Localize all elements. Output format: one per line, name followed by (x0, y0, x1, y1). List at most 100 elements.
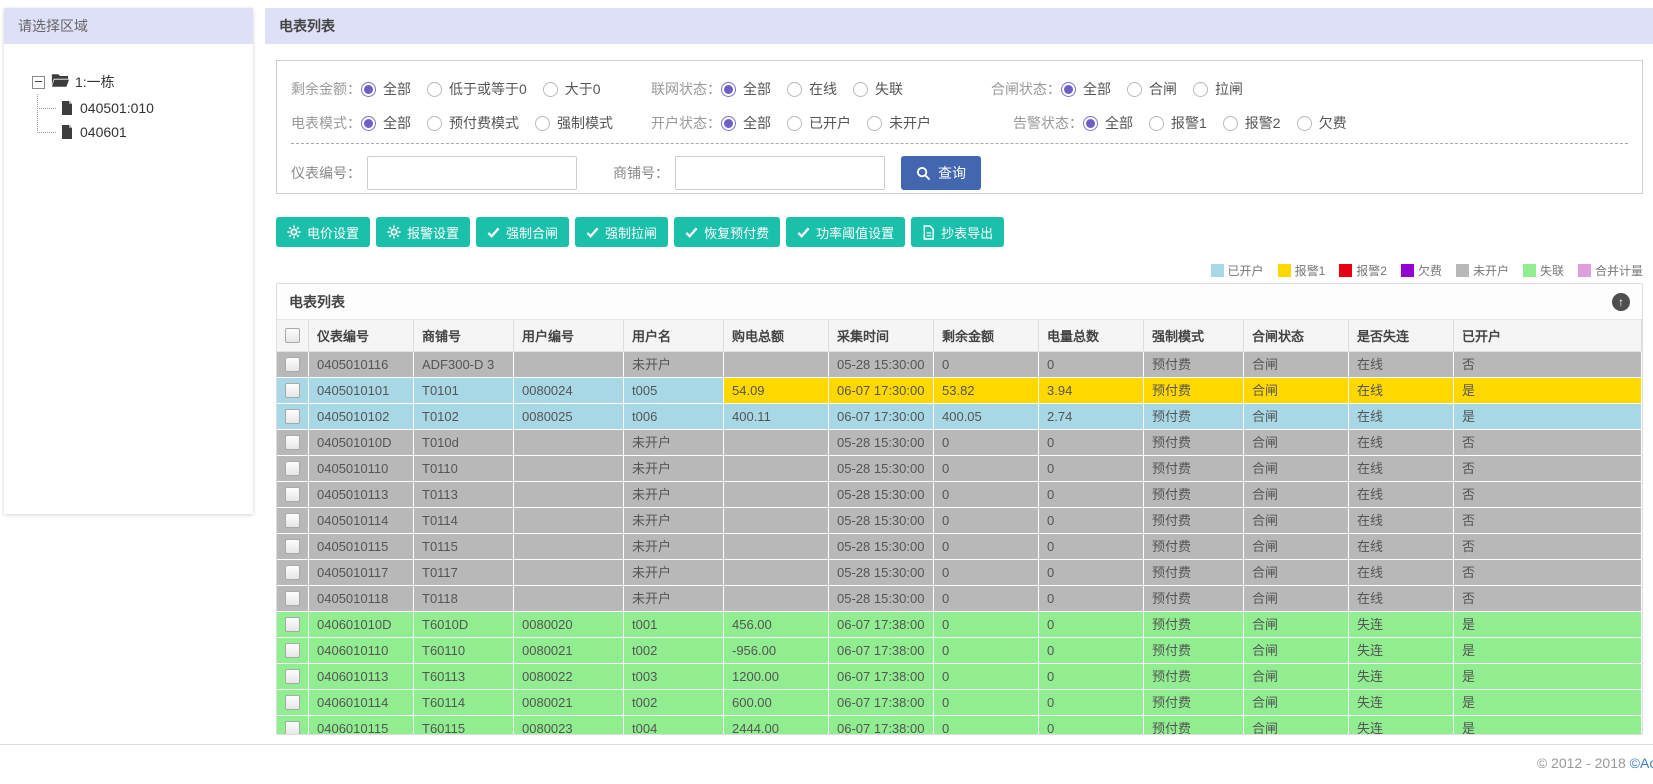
row-checkbox[interactable] (285, 513, 300, 528)
row-checkbox[interactable] (285, 461, 300, 476)
radio-icon[interactable] (427, 81, 442, 97)
radio-option[interactable]: 失联 (853, 79, 903, 99)
search-button[interactable]: 查询 (901, 156, 981, 190)
radio-icon[interactable] (1083, 115, 1098, 131)
power-threshold-settings-button[interactable]: 功率阈值设置 (786, 217, 906, 247)
row-checkbox[interactable] (285, 435, 300, 450)
radio-option[interactable]: 在线 (787, 79, 837, 99)
radio-icon[interactable] (427, 115, 442, 131)
row-checkbox[interactable] (285, 409, 300, 424)
row-checkbox[interactable] (285, 383, 300, 398)
radio-icon[interactable] (542, 81, 558, 97)
alarm-settings-button[interactable]: 报警设置 (376, 217, 471, 247)
radio-option-label: 低于或等于0 (449, 81, 527, 97)
radio-icon[interactable] (1193, 81, 1208, 97)
table-cell: 是 (1454, 638, 1642, 664)
table-cell: 未开户 (624, 482, 724, 508)
radio-icon[interactable] (361, 81, 376, 97)
force-trip-switch-button[interactable]: 强制拉闸 (575, 217, 669, 247)
row-checkbox[interactable] (285, 695, 300, 710)
tree-node-label[interactable]: 1:一栋 (75, 72, 115, 92)
meter-reading-export-button[interactable]: 抄表导出 (911, 217, 1005, 247)
price-settings-button[interactable]: 电价设置 (276, 217, 371, 247)
radio-option[interactable]: 报警2 (1222, 113, 1281, 133)
radio-option[interactable]: 低于或等于0 (427, 79, 527, 99)
radio-icon[interactable] (853, 81, 868, 97)
radio-icon[interactable] (787, 115, 802, 131)
restore-prepaid-button[interactable]: 恢复预付费 (674, 217, 781, 247)
radio-icon[interactable] (1222, 115, 1238, 131)
row-checkbox[interactable] (285, 591, 300, 606)
table-cell: 未开户 (624, 586, 724, 612)
radio-icon[interactable] (361, 115, 376, 131)
force-close-switch-button[interactable]: 强制合闸 (476, 217, 570, 247)
check-icon (797, 226, 810, 239)
column-header: 仪表编号 (309, 320, 414, 352)
table-cell: 0080022 (514, 664, 624, 690)
row-checkbox[interactable] (285, 643, 300, 658)
radio-option[interactable]: 未开户 (867, 113, 931, 133)
table-cell: 0 (1039, 560, 1144, 586)
radio-option[interactable]: 已开户 (787, 113, 851, 133)
table-cell: t002 (624, 638, 724, 664)
radio-option[interactable]: 预付费模式 (427, 113, 519, 133)
table-cell: 0 (1039, 456, 1144, 482)
radio-option[interactable]: 欠费 (1296, 113, 1347, 133)
radio-icon[interactable] (535, 115, 550, 131)
radio-option[interactable]: 报警1 (1149, 113, 1207, 133)
row-checkbox[interactable] (285, 357, 300, 372)
row-checkbox[interactable] (285, 539, 300, 554)
row-checkbox[interactable] (285, 487, 300, 502)
row-checkbox-cell (277, 690, 309, 716)
radio-icon[interactable] (1127, 81, 1142, 97)
collapse-panel-button[interactable] (1612, 292, 1630, 311)
search-icon (916, 166, 931, 181)
meter-no-input[interactable] (367, 156, 577, 190)
table-cell: T0117 (414, 560, 514, 586)
table-cell: 在线 (1349, 560, 1454, 586)
tree-leaf-label[interactable]: 040601 (80, 124, 127, 140)
radio-icon[interactable] (1061, 81, 1076, 97)
radio-option[interactable]: 全部 (1083, 113, 1133, 133)
row-checkbox[interactable] (285, 565, 300, 580)
radio-option-label: 未开户 (889, 115, 931, 131)
table-cell: T60115 (414, 716, 514, 734)
radio-icon[interactable] (721, 115, 736, 131)
radio-icon[interactable] (1296, 115, 1312, 131)
table-cell (724, 586, 829, 612)
radio-icon[interactable] (867, 115, 882, 131)
row-checkbox[interactable] (285, 669, 300, 684)
copyright-link[interactable]: ©Acr (1630, 755, 1653, 771)
radio-option[interactable]: 拉闸 (1193, 79, 1243, 99)
table-cell (514, 508, 624, 534)
table-cell: 0 (1039, 430, 1144, 456)
radio-option[interactable]: 合闸 (1127, 79, 1177, 99)
radio-option[interactable]: 全部 (721, 113, 771, 133)
radio-option[interactable]: 全部 (721, 79, 771, 99)
action-button-label: 报警设置 (407, 225, 460, 241)
action-button-label: 抄表导出 (941, 225, 994, 241)
tree-leaf-node[interactable]: 040501:010 (37, 96, 253, 120)
radio-option[interactable]: 全部 (1061, 79, 1111, 99)
radio-option[interactable]: 全部 (361, 113, 411, 133)
tree-leaf-label[interactable]: 040501:010 (80, 100, 154, 116)
tree-root-node[interactable]: 1:一栋 (32, 72, 253, 92)
radio-icon[interactable] (721, 81, 736, 97)
legend-item: 欠费 (1400, 262, 1442, 279)
radio-option[interactable]: 强制模式 (535, 113, 613, 133)
row-checkbox[interactable] (285, 617, 300, 632)
row-checkbox[interactable] (285, 721, 300, 734)
select-all-checkbox[interactable] (285, 328, 300, 343)
table-cell: 预付费 (1144, 716, 1244, 734)
table-cell: T0118 (414, 586, 514, 612)
table-cell: 0405010115 (309, 534, 414, 560)
shop-no-input[interactable] (675, 156, 885, 190)
radio-icon[interactable] (787, 81, 802, 97)
table-cell (514, 534, 624, 560)
tree-collapse-toggle[interactable] (32, 75, 45, 89)
table-row: 0405010113 T0113 未开户 05-28 15:30:00 0 0 预付费 合闸在… (277, 482, 1642, 508)
tree-leaf-node[interactable]: 040601 (37, 120, 253, 144)
radio-option[interactable]: 大于0 (542, 79, 601, 99)
radio-icon[interactable] (1149, 115, 1164, 131)
radio-option[interactable]: 全部 (361, 79, 411, 99)
